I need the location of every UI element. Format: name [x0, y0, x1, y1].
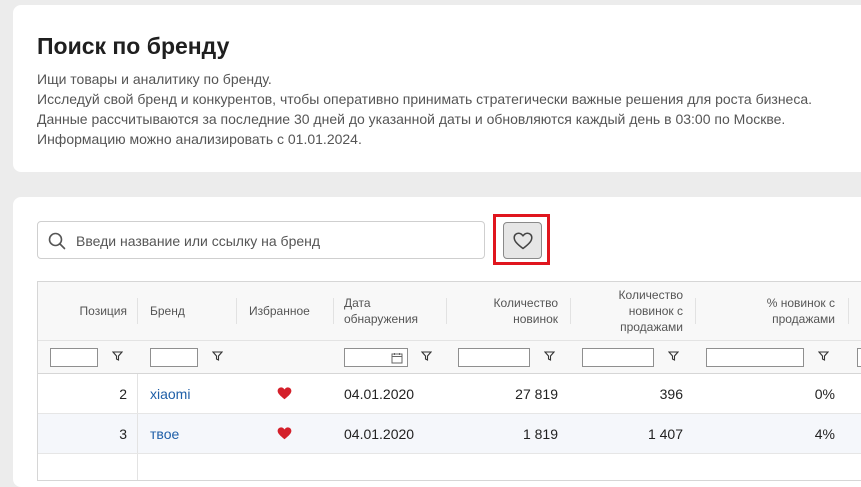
- column-header-favorite[interactable]: Избранное: [237, 282, 333, 340]
- brand-filter-input[interactable]: [150, 348, 198, 367]
- brand-link[interactable]: xiaomi: [150, 386, 190, 402]
- position-filter-input[interactable]: [50, 348, 98, 367]
- brand-link[interactable]: твое: [150, 426, 179, 442]
- heart-filled-icon[interactable]: [277, 387, 292, 400]
- filter-icon[interactable]: [212, 351, 223, 361]
- brand-cell: xiaomi: [138, 374, 236, 413]
- column-header-position[interactable]: Позиция: [38, 282, 137, 340]
- filter-icon[interactable]: [544, 351, 555, 361]
- table-row[interactable]: 2 xiaomi 04.01.2020 27 819 396 0%: [38, 374, 861, 414]
- search-box[interactable]: [37, 221, 485, 259]
- pct-with-sales-filter-input[interactable]: [706, 348, 804, 367]
- description-line: Ищи товары и аналитику по бренду.: [37, 71, 272, 87]
- page-title: Поиск по бренду: [37, 33, 230, 59]
- brand-search-card: Позиция Бренд Избранное Дата обнаружения…: [13, 197, 861, 487]
- new-with-sales-filter-input[interactable]: [582, 348, 654, 367]
- favorite-cell[interactable]: [277, 374, 297, 413]
- description-line: Информацию можно анализировать с 01.01.2…: [37, 131, 362, 147]
- new-items-filter-input[interactable]: [458, 348, 530, 367]
- new-with-sales-cell: 396: [659, 385, 683, 402]
- column-header-new-with-sales[interactable]: Количество новинок с продажами: [571, 282, 695, 340]
- pct-with-sales-cell: 0%: [814, 385, 835, 402]
- new-items-cell: 1 819: [522, 425, 558, 442]
- favorite-cell[interactable]: [277, 414, 297, 453]
- pct-with-sales-cell: 4%: [814, 425, 835, 442]
- position-cell: 2: [119, 385, 127, 402]
- table-row[interactable]: 3 твое 04.01.2020 1 819 1 407 4%: [38, 414, 861, 454]
- page-description: Ищи товары и аналитику по бренду. Исслед…: [37, 69, 861, 149]
- date-cell: 04.01.2020: [344, 385, 415, 402]
- filter-icon[interactable]: [668, 351, 679, 361]
- favorites-toggle-button[interactable]: [503, 222, 542, 259]
- calendar-icon[interactable]: [391, 352, 403, 364]
- search-icon: [48, 232, 66, 250]
- date-cell: 04.01.2020: [344, 425, 415, 442]
- next-column-filter-input[interactable]: [857, 348, 861, 367]
- brand-cell: твое: [138, 414, 236, 453]
- new-with-sales-cell: 1 407: [647, 425, 683, 442]
- new-items-cell: 27 819: [515, 385, 558, 402]
- column-header-pct-with-sales[interactable]: % новинок с продажами: [696, 282, 848, 340]
- position-cell: 3: [119, 425, 127, 442]
- column-header-new-items[interactable]: Количество новинок: [447, 282, 570, 340]
- filter-icon[interactable]: [818, 351, 829, 361]
- filter-icon[interactable]: [112, 351, 123, 361]
- column-header-brand[interactable]: Бренд: [138, 282, 236, 340]
- table-header: Позиция Бренд Избранное Дата обнаружения…: [38, 282, 861, 341]
- column-header-date[interactable]: Дата обнаружения: [334, 282, 446, 340]
- date-filter-input[interactable]: [344, 348, 408, 367]
- header-card: Поиск по бренду Ищи товары и аналитику п…: [13, 5, 861, 172]
- filter-icon[interactable]: [421, 351, 432, 361]
- description-line: Данные рассчитываются за последние 30 дн…: [37, 111, 786, 127]
- heart-outline-icon: [513, 232, 533, 250]
- search-input[interactable]: [74, 230, 478, 252]
- description-line: Исследуй свой бренд и конкурентов, чтобы…: [37, 91, 813, 107]
- filter-row: [38, 341, 861, 374]
- brands-table: Позиция Бренд Избранное Дата обнаружения…: [37, 281, 861, 481]
- heart-filled-icon[interactable]: [277, 427, 292, 440]
